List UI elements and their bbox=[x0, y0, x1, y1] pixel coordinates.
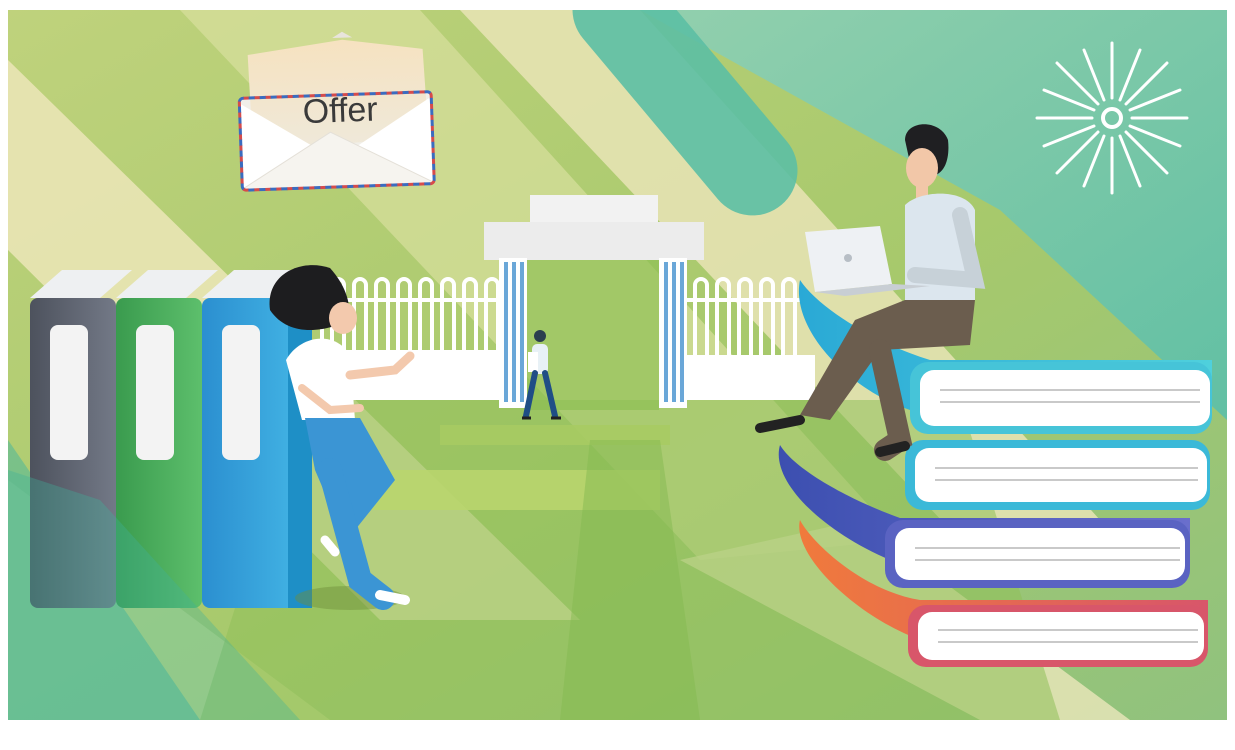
offer-label: Offer bbox=[302, 91, 378, 132]
campus-illustration: Offer bbox=[0, 0, 1235, 750]
school-gate bbox=[484, 195, 704, 410]
offer-envelope: Offer bbox=[237, 31, 436, 192]
